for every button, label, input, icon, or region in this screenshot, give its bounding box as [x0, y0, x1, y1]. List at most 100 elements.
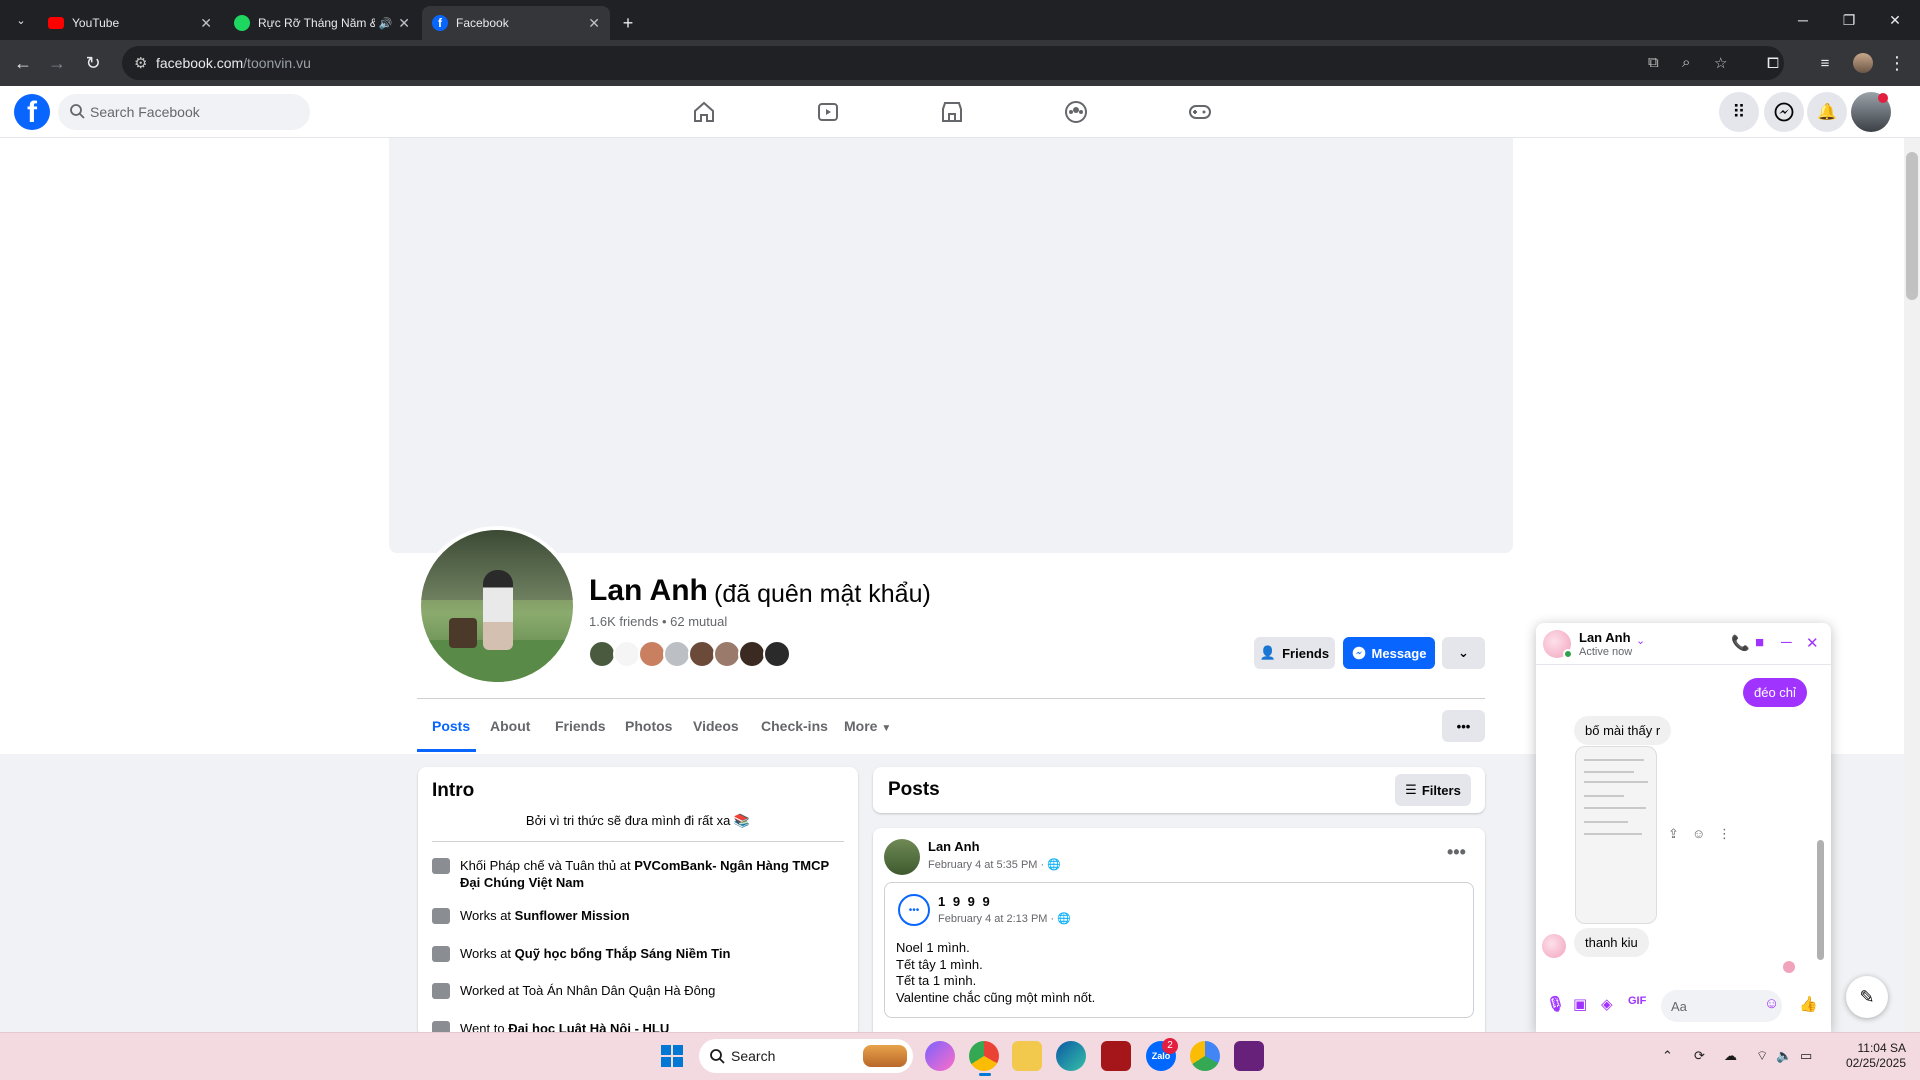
message-received[interactable]: bố mài thấy r: [1574, 716, 1672, 745]
like-icon[interactable]: 👍: [1799, 995, 1818, 1013]
reload-button[interactable]: ↻: [78, 48, 108, 78]
friend-count[interactable]: 1.6K friends • 62 mutual: [589, 614, 727, 629]
show-hidden-icons[interactable]: ⌃: [1662, 1048, 1673, 1064]
close-icon[interactable]: ✕: [588, 15, 600, 32]
sync-icon[interactable]: ⟳: [1694, 1048, 1705, 1064]
notifications-button[interactable]: 🔔: [1807, 92, 1847, 132]
avatar[interactable]: [588, 640, 616, 668]
message-sent[interactable]: đéo chỉ: [1743, 678, 1807, 707]
minimize-chat-icon[interactable]: ─: [1781, 634, 1792, 651]
shared-post-timestamp[interactable]: February 4 at 2:13 PM · 🌐: [938, 912, 1071, 925]
nav-marketplace[interactable]: [938, 98, 966, 126]
close-chat-icon[interactable]: ✕: [1806, 634, 1819, 652]
taskbar-search[interactable]: Search: [699, 1039, 913, 1073]
phone-icon[interactable]: 📞: [1731, 634, 1750, 652]
nav-groups[interactable]: [1062, 98, 1090, 126]
avatar[interactable]: [884, 839, 920, 875]
site-info-icon[interactable]: ⚙: [134, 54, 147, 72]
app-icon[interactable]: [1101, 1041, 1131, 1071]
profile-button[interactable]: [1848, 48, 1878, 78]
chrome-profile-icon[interactable]: [1190, 1041, 1220, 1071]
new-tab-button[interactable]: +: [616, 6, 640, 40]
battery-icon[interactable]: ▭: [1800, 1048, 1812, 1064]
tab-spotify[interactable]: Rực Rỡ Tháng Năm & Con ( 🔊 ✕: [224, 6, 420, 40]
facebook-logo[interactable]: f: [14, 94, 50, 130]
tab-videos[interactable]: Videos: [693, 718, 739, 734]
close-icon[interactable]: ✕: [200, 15, 212, 32]
message-received[interactable]: thanh kiu: [1574, 928, 1649, 957]
avatar[interactable]: •••: [898, 894, 930, 926]
nav-home[interactable]: [690, 98, 718, 126]
messenger-button[interactable]: [1764, 92, 1804, 132]
sticker-icon[interactable]: ◈: [1601, 995, 1613, 1013]
bookmark-star-icon[interactable]: ☆: [1714, 54, 1727, 72]
post-timestamp[interactable]: February 4 at 5:35 PM · 🌐: [928, 858, 1061, 871]
avatar[interactable]: [688, 640, 716, 668]
tab-facebook[interactable]: f Facebook ✕: [422, 6, 610, 40]
taskbar-clock[interactable]: 11:04 SA 02/25/2025: [1838, 1041, 1906, 1071]
tab-photos[interactable]: Photos: [625, 718, 672, 734]
tab-more[interactable]: More ▼: [844, 718, 891, 734]
react-icon[interactable]: ☺: [1692, 826, 1705, 841]
gif-icon[interactable]: GIF: [1628, 995, 1646, 1007]
avatar[interactable]: [763, 640, 791, 668]
visual-studio-icon[interactable]: [1234, 1041, 1264, 1071]
close-icon[interactable]: ✕: [398, 15, 410, 32]
tab-friends[interactable]: Friends: [555, 718, 606, 734]
menu-button[interactable]: ⠿: [1719, 92, 1759, 132]
address-bar[interactable]: ⚙ facebook.com/toonvin.vu ⧉ ⌕ ☆: [122, 46, 1784, 80]
close-window-button[interactable]: ✕: [1872, 0, 1918, 40]
chrome-menu-button[interactable]: ⋮: [1882, 48, 1912, 78]
message-button[interactable]: Message: [1343, 637, 1435, 669]
avatar[interactable]: [638, 640, 666, 668]
chevron-down-icon[interactable]: ⌄: [1636, 634, 1645, 647]
page-scrollbar-thumb[interactable]: [1906, 152, 1918, 300]
edge-icon[interactable]: [1056, 1041, 1086, 1071]
share-icon[interactable]: ⇪: [1668, 826, 1679, 842]
nav-gaming[interactable]: [1186, 98, 1214, 126]
zoom-icon[interactable]: ⌕: [1682, 54, 1690, 71]
profile-more-options-button[interactable]: •••: [1442, 710, 1485, 742]
onedrive-icon[interactable]: ☁: [1724, 1048, 1737, 1064]
filters-button[interactable]: ☰ Filters: [1395, 774, 1471, 806]
chat-contact-name[interactable]: Lan Anh: [1579, 630, 1631, 645]
facebook-search-input[interactable]: Search Facebook: [58, 94, 310, 130]
copilot-icon[interactable]: [925, 1041, 955, 1071]
profile-dropdown-button[interactable]: ⌄: [1442, 637, 1485, 669]
emoji-icon[interactable]: ☺: [1764, 995, 1779, 1012]
speaker-icon[interactable]: 🔊: [379, 17, 393, 30]
intro-item-link[interactable]: Sunflower Mission: [515, 908, 630, 923]
tab-posts[interactable]: Posts: [432, 718, 470, 734]
avatar[interactable]: [738, 640, 766, 668]
minimize-button[interactable]: ─: [1780, 0, 1826, 40]
nav-video[interactable]: [814, 98, 842, 126]
intro-item-link[interactable]: Quỹ học bổng Thắp Sáng Niềm Tin: [515, 946, 731, 961]
post-author[interactable]: Lan Anh: [928, 839, 980, 854]
cover-photo[interactable]: [389, 138, 1513, 553]
tab-youtube[interactable]: YouTube ✕: [38, 6, 222, 40]
tab-about[interactable]: About: [490, 718, 530, 734]
volume-icon[interactable]: 🔈: [1776, 1048, 1792, 1064]
friends-button[interactable]: 👤 Friends: [1254, 637, 1335, 669]
wifi-icon[interactable]: ⌔: [1756, 1048, 1768, 1064]
video-call-icon[interactable]: ■: [1755, 634, 1764, 651]
start-button[interactable]: [657, 1041, 687, 1071]
install-app-icon[interactable]: ⧉: [1648, 54, 1659, 71]
new-message-button[interactable]: ✎: [1846, 976, 1888, 1018]
avatar[interactable]: [713, 640, 741, 668]
message-image-attachment[interactable]: [1575, 746, 1657, 924]
extensions-button[interactable]: ⧠: [1758, 48, 1788, 78]
image-icon[interactable]: ▣: [1573, 995, 1587, 1013]
forward-button[interactable]: →: [42, 48, 72, 78]
profile-picture[interactable]: [417, 526, 577, 686]
chrome-icon[interactable]: [969, 1041, 999, 1071]
shared-post-author[interactable]: 1 9 9 9: [938, 894, 992, 909]
file-explorer-icon[interactable]: [1012, 1041, 1042, 1071]
post-more-button[interactable]: •••: [1447, 842, 1466, 863]
avatar[interactable]: [613, 640, 641, 668]
back-button[interactable]: ←: [8, 48, 38, 78]
avatar[interactable]: [663, 640, 691, 668]
media-controls-button[interactable]: ≡: [1810, 48, 1840, 78]
chat-scrollbar-thumb[interactable]: [1817, 840, 1824, 960]
tab-checkins[interactable]: Check-ins: [761, 718, 828, 734]
